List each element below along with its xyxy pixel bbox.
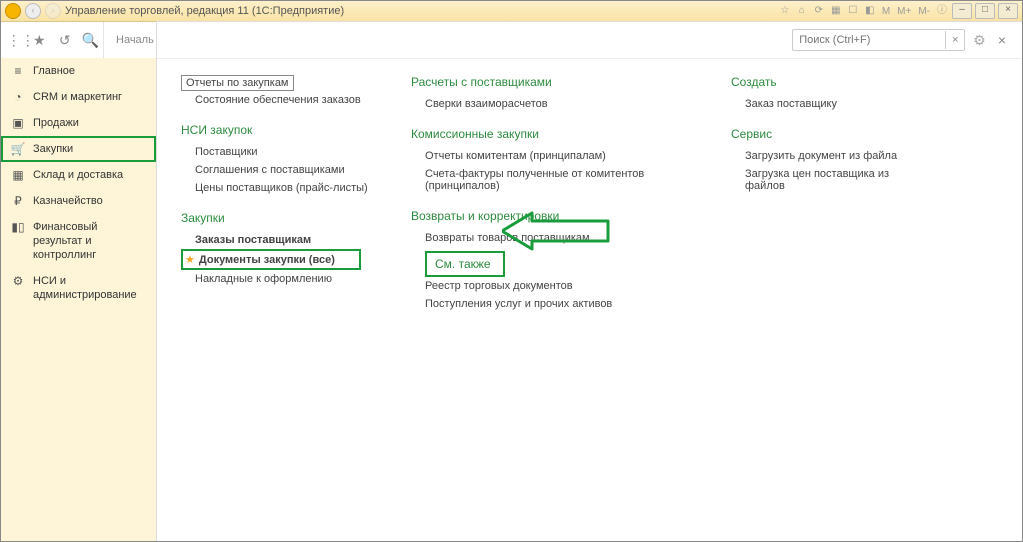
sidebar: ≡ Главное ◔ CRM и маркетинг ▣ Продажи 🛒 … <box>1 58 157 541</box>
link-suppliers[interactable]: Поставщики <box>181 143 381 161</box>
group-see-also: См. также <box>425 251 505 277</box>
panel-settings-icon[interactable]: ⚙ <box>973 32 986 49</box>
sidebar-item-warehouse[interactable]: ▦ Склад и доставка <box>1 162 156 188</box>
link-load-prices[interactable]: Загрузка цен поставщика из файлов <box>731 165 931 195</box>
link-prices[interactable]: Цены поставщиков (прайс-листы) <box>181 179 381 197</box>
start-page-label: Началь <box>116 34 154 46</box>
group-service: Сервис <box>731 127 931 141</box>
body: ≡ Главное ◔ CRM и маркетинг ▣ Продажи 🛒 … <box>1 58 1022 541</box>
sidebar-item-label: НСИ и администрирование <box>33 274 146 302</box>
link-orders[interactable]: Заказы поставщикам <box>181 231 381 249</box>
sidebar-item-sales[interactable]: ▣ Продажи <box>1 110 156 136</box>
panel-close-icon[interactable]: × <box>994 32 1010 48</box>
nav-back-icon[interactable]: ‹ <box>25 3 41 19</box>
search-input[interactable] <box>793 31 945 49</box>
app-window: ‹ › Управление торговлей, редакция 11 (1… <box>0 0 1023 542</box>
col-2: Расчеты с поставщиками Сверки взаиморасч… <box>411 75 691 313</box>
group-purchases: Закупки <box>181 211 381 225</box>
sidebar-item-label: CRM и маркетинг <box>33 90 146 104</box>
app-icon <box>5 3 21 19</box>
gear-icon: ⚙ <box>11 274 25 288</box>
section-panel: × ⚙ × Отчеты по закупкам Состояние обесп… <box>156 21 1022 541</box>
toolbar-left-box: ⋮⋮⋮ ★ ↺ 🔍 <box>1 22 104 58</box>
link-commission-reports[interactable]: Отчеты комитентам (принципалам) <box>411 147 691 165</box>
sidebar-item-label: Продажи <box>33 116 146 130</box>
sidebar-item-label: Закупки <box>33 142 146 156</box>
tb-link-icon[interactable]: ◧ <box>863 4 877 18</box>
link-create-order[interactable]: Заказ поставщику <box>731 95 931 113</box>
chart-icon: ▮▯ <box>11 220 25 234</box>
group-create: Создать <box>731 75 931 89</box>
group-returns: Возвраты и корректировки <box>411 209 691 223</box>
link-services-receipt[interactable]: Поступления услуг и прочих активов <box>411 295 691 313</box>
nav-fwd-icon[interactable]: › <box>45 3 61 19</box>
sidebar-item-purchases[interactable]: 🛒 Закупки <box>1 136 156 162</box>
star-icon: ★ <box>185 253 195 266</box>
window-close[interactable]: × <box>998 3 1018 19</box>
search-box: × <box>792 29 965 51</box>
link-invoices-pending[interactable]: Накладные к оформлению <box>181 270 381 288</box>
link-reconciliation[interactable]: Сверки взаиморасчетов <box>411 95 691 113</box>
box-icon: ▦ <box>11 168 25 182</box>
window-minimize[interactable]: – <box>952 3 972 19</box>
link-load-doc[interactable]: Загрузить документ из файла <box>731 147 931 165</box>
titlebar-right: ☆ ⌂ ⟳ ▦ ☐ ◧ M M+ M- ⓘ – □ × <box>778 3 1018 19</box>
sidebar-item-crm[interactable]: ◔ CRM и маркетинг <box>1 84 156 110</box>
group-settlements: Расчеты с поставщиками <box>411 75 691 89</box>
col-1: Отчеты по закупкам Состояние обеспечения… <box>181 75 381 288</box>
panel-content: Отчеты по закупкам Состояние обеспечения… <box>157 59 1022 329</box>
tb-history-icon[interactable]: ⌂ <box>795 4 809 18</box>
search-icon[interactable]: 🔍 <box>82 32 98 48</box>
group-commission: Комиссионные закупки <box>411 127 691 141</box>
search-clear-icon[interactable]: × <box>945 31 964 49</box>
tb-mminus[interactable]: M- <box>916 6 932 17</box>
tb-help-icon[interactable]: ⓘ <box>935 4 949 18</box>
link-returns[interactable]: Возвраты товаров поставщикам <box>411 229 691 247</box>
sidebar-item-admin[interactable]: ⚙ НСИ и администрирование <box>1 268 156 308</box>
bag-icon: ▣ <box>11 116 25 130</box>
sidebar-item-treasury[interactable]: ₽ Казначейство <box>1 188 156 214</box>
tb-fav-icon[interactable]: ☆ <box>778 4 792 18</box>
link-supply-status[interactable]: Состояние обеспечения заказов <box>181 91 381 109</box>
sidebar-item-finance[interactable]: ▮▯ Финансовый результат и контроллинг <box>1 214 156 268</box>
titlebar-left: ‹ › Управление торговлей, редакция 11 (1… <box>5 3 344 19</box>
tb-calc-icon[interactable]: ▦ <box>829 4 843 18</box>
sidebar-item-main[interactable]: ≡ Главное <box>1 58 156 84</box>
app-title: Управление торговлей, редакция 11 (1С:Пр… <box>65 5 344 17</box>
ruble-icon: ₽ <box>11 194 25 208</box>
link-reports[interactable]: Отчеты по закупкам <box>181 75 294 91</box>
link-agreements[interactable]: Соглашения с поставщиками <box>181 161 381 179</box>
link-invoices-received[interactable]: Счета-фактуры полученные от комитентов (… <box>411 165 691 195</box>
star-icon[interactable]: ★ <box>31 32 47 48</box>
cart-icon: 🛒 <box>11 142 25 156</box>
tb-calendar-icon[interactable]: ☐ <box>846 4 860 18</box>
tb-m[interactable]: M <box>880 6 892 17</box>
col-3: Создать Заказ поставщику Сервис Загрузит… <box>731 75 931 195</box>
history-icon[interactable]: ↺ <box>57 32 73 48</box>
window-maximize[interactable]: □ <box>975 3 995 19</box>
sidebar-item-label: Главное <box>33 64 146 78</box>
highlight-documents[interactable]: ★ Документы закупки (все) <box>181 249 361 270</box>
group-nsi: НСИ закупок <box>181 123 381 137</box>
grid-icon[interactable]: ⋮⋮⋮ <box>6 32 22 48</box>
tb-sync-icon[interactable]: ⟳ <box>812 4 826 18</box>
panel-top: × ⚙ × <box>157 22 1022 59</box>
sidebar-item-label: Казначейство <box>33 194 146 208</box>
link-trade-registry[interactable]: Реестр торговых документов <box>411 277 691 295</box>
pie-icon: ◔ <box>11 90 25 104</box>
titlebar: ‹ › Управление торговлей, редакция 11 (1… <box>1 1 1022 22</box>
tb-mplus[interactable]: M+ <box>895 6 913 17</box>
menu-icon: ≡ <box>11 64 25 78</box>
sidebar-item-label: Склад и доставка <box>33 168 146 182</box>
link-all-documents: Документы закупки (все) <box>199 254 335 266</box>
sidebar-item-label: Финансовый результат и контроллинг <box>33 220 146 262</box>
